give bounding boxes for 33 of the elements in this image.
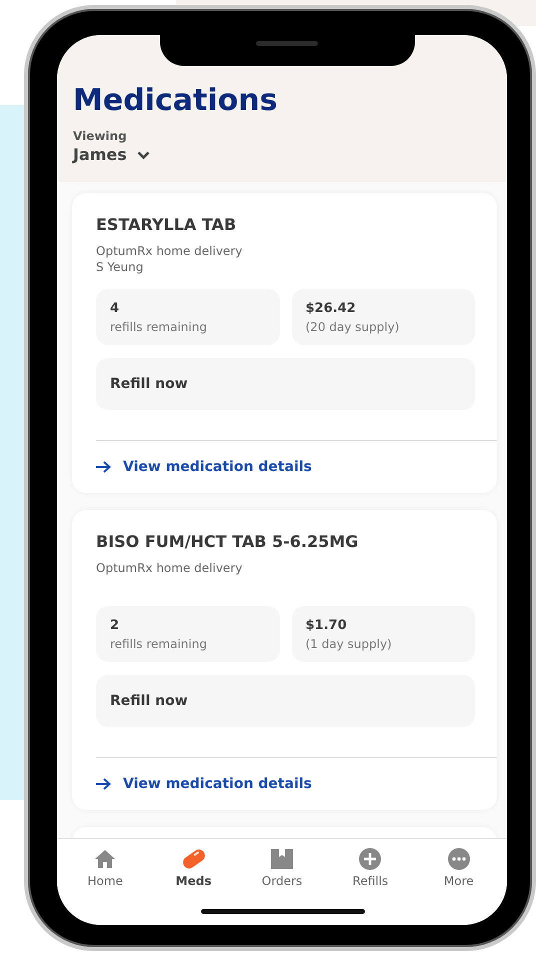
tab-item[interactable]: Orders xyxy=(242,847,322,889)
member-selector[interactable]: James xyxy=(73,145,150,165)
speaker-grille xyxy=(256,41,318,46)
price-amount: $26.42 xyxy=(306,301,357,317)
refill-button[interactable]: Refill now xyxy=(96,675,475,727)
details-link[interactable]: View medication details xyxy=(96,776,312,792)
refill-button[interactable]: Refill now xyxy=(96,358,475,410)
price-amount: $1.70 xyxy=(306,618,348,634)
medication-detail: S Yeung xyxy=(96,259,144,275)
chevron-down-icon xyxy=(136,150,150,160)
box-icon xyxy=(270,848,294,870)
arrow-right-icon xyxy=(96,461,111,473)
more-icon xyxy=(448,848,470,870)
medication-detail: OptumRx home delivery xyxy=(96,243,242,259)
refills-label: refills remaining xyxy=(110,636,208,652)
viewing-label: Viewing xyxy=(73,129,128,143)
medication-detail: OptumRx home delivery xyxy=(96,560,242,576)
home-icon xyxy=(94,849,116,869)
arrow-right-icon xyxy=(96,778,111,790)
page-title: Medications xyxy=(73,83,278,119)
supply-label: (1 day supply) xyxy=(306,636,393,652)
plus-circle-icon xyxy=(359,848,382,870)
supply-label: (20 day supply) xyxy=(306,319,400,335)
tab-item[interactable]: Home xyxy=(65,847,146,889)
refills-count: 2 xyxy=(110,618,120,634)
refills-count: 4 xyxy=(110,301,120,317)
refills-label: refills remaining xyxy=(110,319,208,335)
tab-item[interactable]: Meds xyxy=(154,847,234,889)
medication-name: ESTARYLLA TAB xyxy=(96,215,238,235)
tab-item[interactable]: More xyxy=(418,847,499,889)
tab-item[interactable]: Refills xyxy=(330,847,410,889)
details-link[interactable]: View medication details xyxy=(96,459,312,475)
medication-name: BISO FUM/HCT TAB 5-6.25MG xyxy=(96,532,360,552)
